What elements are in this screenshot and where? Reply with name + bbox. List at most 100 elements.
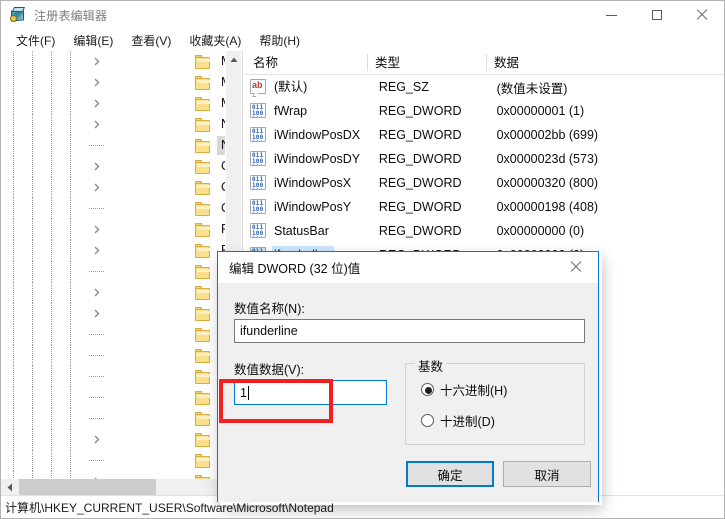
- chevron-right-icon[interactable]: [89, 114, 105, 135]
- folder-icon: [195, 348, 211, 363]
- tree-item-osk[interactable]: Osk: [1, 198, 225, 219]
- chevron-right-icon[interactable]: [89, 429, 105, 450]
- chevron-right-icon[interactable]: [89, 471, 105, 479]
- folder-icon: [195, 327, 211, 342]
- tree-item-pim[interactable]: Pim: [1, 240, 225, 261]
- chevron-right-icon[interactable]: [89, 177, 105, 198]
- tree-item-poom[interactable]: Poom: [1, 282, 225, 303]
- folder-icon: [195, 96, 211, 111]
- menu-file[interactable]: 文件(F): [7, 29, 64, 52]
- folder-icon: [195, 243, 211, 258]
- tree-item-speech[interactable]: Speech: [1, 471, 225, 479]
- tree-item-skydrive[interactable]: SkyDrive: [1, 450, 225, 471]
- tree-indent: [1, 345, 89, 366]
- chevron-right-icon[interactable]: [89, 240, 105, 261]
- registry-editor-icon: [10, 7, 26, 23]
- maximize-button[interactable]: [634, 1, 679, 29]
- tree-item-onedrive[interactable]: OneDrive: [1, 177, 225, 198]
- dword-value-icon: 011100110: [250, 175, 267, 191]
- ok-button[interactable]: 确定: [406, 461, 494, 487]
- chevron-right-icon[interactable]: [89, 219, 105, 240]
- menu-view[interactable]: 查看(V): [122, 29, 180, 52]
- tree-leaf-connector: [89, 418, 104, 419]
- tree-leaf-connector: [89, 355, 104, 356]
- tree-item-multimedia[interactable]: Multimedia: [1, 93, 225, 114]
- dword-value-icon: 011100110: [250, 223, 267, 239]
- tree-item-label: MSF: [217, 73, 225, 92]
- value-row[interactable]: 011100110 iWindowPosDY REG_DWORD 0x0000023d…: [245, 147, 724, 171]
- registry-tree[interactable]: MicrosoftEdge MSF Multimedia Narrator Notepa…: [1, 51, 225, 479]
- value-row[interactable]: 011100110 iWindowPosY REG_DWORD 0x00000198 …: [245, 195, 724, 219]
- chevron-right-icon[interactable]: [89, 282, 105, 303]
- tree-indent: [1, 261, 89, 282]
- tree-item-ras-autodial[interactable]: RAS AutoDial: [1, 303, 225, 324]
- dialog-body: 数值名称(N): ifunderline 数值数据(V): 1 基数 十六进制(…: [218, 283, 598, 502]
- tree-item-shared[interactable]: Shared: [1, 429, 225, 450]
- tree-leaf-connector: [89, 271, 104, 272]
- value-name-input[interactable]: ifunderline: [234, 319, 585, 343]
- dialog-close-button[interactable]: [553, 252, 598, 282]
- tree-item-sensors[interactable]: Sensors: [1, 408, 225, 429]
- value-data-label: 数值数据(V):: [234, 363, 305, 377]
- column-header-type[interactable]: 类型: [367, 51, 486, 75]
- value-name: StatusBar: [272, 222, 371, 241]
- chevron-right-icon[interactable]: [89, 303, 105, 324]
- base-group-label: 基数: [415, 356, 447, 375]
- value-data-text: 1: [240, 385, 247, 400]
- tree-item-office[interactable]: Office: [1, 156, 225, 177]
- folder-icon: [195, 432, 211, 447]
- tree-item-microsoftedge[interactable]: MicrosoftEdge: [1, 51, 225, 72]
- radio-decimal[interactable]: 十进制(D): [421, 411, 495, 430]
- column-header-data[interactable]: 数据: [486, 51, 724, 75]
- value-name: iWindowPosX: [272, 174, 371, 193]
- value-row[interactable]: 011100110 iWindowPosDX REG_DWORD 0x000002bb…: [245, 123, 724, 147]
- tree-indent: [1, 114, 89, 135]
- tree-hscroll-thumb[interactable]: [19, 479, 156, 496]
- value-data: (数值未设置): [496, 81, 568, 96]
- scroll-left-icon[interactable]: [1, 479, 18, 496]
- chevron-right-icon[interactable]: [89, 72, 105, 93]
- value-row[interactable]: 011100110 StatusBar REG_DWORD 0x00000000 (0…: [245, 219, 724, 243]
- values-list[interactable]: (默认) REG_SZ (数值未设置) 011100110 fWrap REG_DWORD…: [245, 75, 724, 267]
- radio-hexadecimal[interactable]: 十六进制(H): [421, 380, 507, 399]
- tree-item-restartmanager[interactable]: RestartManager: [1, 366, 225, 387]
- tree-indent: [1, 324, 89, 345]
- folder-icon: [195, 411, 211, 426]
- cancel-button[interactable]: 取消: [503, 461, 591, 487]
- menu-help[interactable]: 帮助(H): [250, 29, 309, 52]
- value-row[interactable]: (默认) REG_SZ (数值未设置): [245, 75, 724, 99]
- tree-item-msf[interactable]: MSF: [1, 72, 225, 93]
- tree-item-remote-assistance[interactable]: Remote Assistance: [1, 345, 225, 366]
- column-header-name[interactable]: 名称: [245, 51, 367, 75]
- chevron-right-icon[interactable]: [89, 93, 105, 114]
- tree-item-narrator[interactable]: Narrator: [1, 114, 225, 135]
- value-row[interactable]: 011100110 iWindowPosX REG_DWORD 0x00000320 …: [245, 171, 724, 195]
- value-row[interactable]: 011100110 fWrap REG_DWORD 0x00000001 (1): [245, 99, 724, 123]
- dword-value-icon: 011100110: [250, 151, 267, 167]
- tree-item-notepad[interactable]: Notepad: [1, 135, 225, 156]
- tree-indent: [1, 282, 89, 303]
- tree-item-screenmagnifier[interactable]: ScreenMagnifier: [1, 387, 225, 408]
- minimize-button[interactable]: [589, 1, 634, 29]
- tree-item-playtoreceiver[interactable]: PlayToReceiver: [1, 261, 225, 282]
- value-name: iWindowPosDY: [272, 150, 371, 169]
- menu-edit[interactable]: 编辑(E): [64, 29, 122, 52]
- value-data: 0x00000320 (800): [496, 176, 599, 190]
- tree-item-peernet[interactable]: PeerNet: [1, 219, 225, 240]
- chevron-right-icon[interactable]: [89, 51, 105, 72]
- tree-indent: [1, 219, 89, 240]
- folder-icon: [195, 222, 211, 237]
- menu-bar: 文件(F) 编辑(E) 查看(V) 收藏夹(A) 帮助(H): [1, 29, 724, 51]
- tree-indent: [1, 135, 89, 156]
- radio-decimal-icon: [421, 414, 434, 427]
- tree-indent: [1, 471, 89, 479]
- tree-item-ras-phonebook[interactable]: RAS Phonebook: [1, 324, 225, 345]
- value-data-input[interactable]: 1: [234, 380, 387, 405]
- menu-favorites[interactable]: 收藏夹(A): [180, 29, 250, 52]
- scroll-up-icon[interactable]: [226, 51, 241, 68]
- chevron-right-icon[interactable]: [89, 156, 105, 177]
- tree-leaf-connector: [89, 334, 104, 335]
- close-button[interactable]: [679, 1, 724, 29]
- radio-decimal-label: 十进制(D): [440, 415, 495, 429]
- tree-horizontal-scrollbar[interactable]: [1, 479, 241, 496]
